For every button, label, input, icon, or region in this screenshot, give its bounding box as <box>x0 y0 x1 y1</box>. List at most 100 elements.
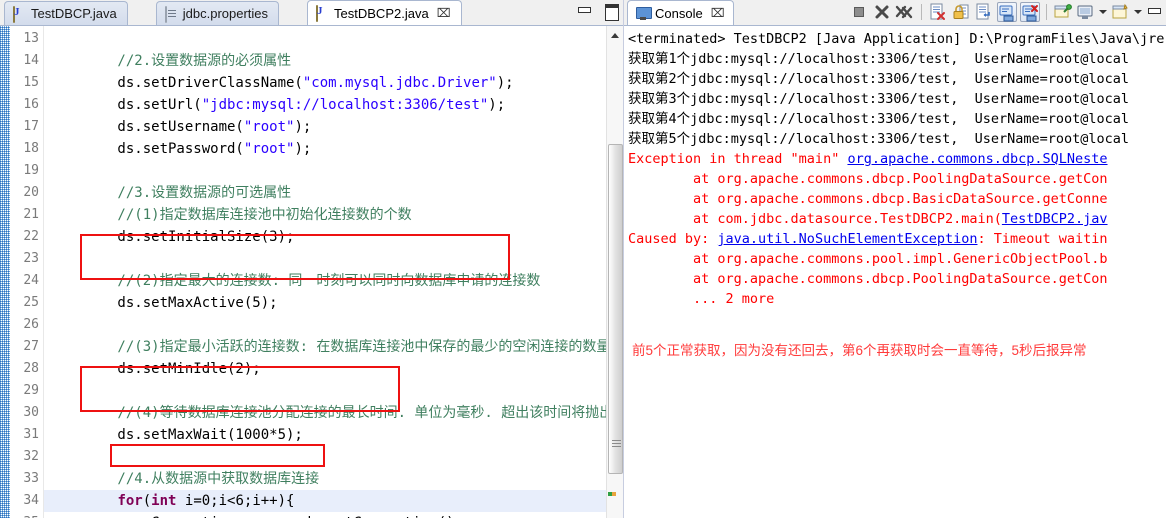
code-line: ds.setMinIdle(2); <box>44 358 623 380</box>
stack-trace-text: at org.apache.commons.dbcp.PoolingDataSo… <box>628 271 1108 287</box>
console-error-icon-glyph <box>1022 4 1040 27</box>
scroll-lock-button[interactable] <box>951 2 971 22</box>
stack-trace-link[interactable]: java.util.NoSuchElementException <box>717 231 977 247</box>
code-token: //(1)指定数据库连接池中初始化连接数的个数 <box>50 207 412 223</box>
java-file-icon <box>13 5 26 23</box>
editor-tab-0[interactable]: TestDBCP.java <box>4 1 128 25</box>
code-token: ds.setPassword( <box>50 141 244 157</box>
code-token: "jdbc:mysql://localhost:3306/test" <box>201 97 489 113</box>
remove-all-terminated-button[interactable] <box>895 2 915 22</box>
code-token: "com.mysql.jdbc.Driver" <box>302 75 497 91</box>
line-number: 19 <box>23 163 39 178</box>
pin-icon-glyph <box>1054 3 1072 26</box>
line-number: 20 <box>23 185 39 200</box>
line-number: 27 <box>23 339 39 354</box>
java-file-icon-glyph <box>13 5 15 23</box>
clear-console-icon-glyph <box>929 3 947 26</box>
word-wrap-icon-glyph <box>975 3 993 26</box>
line-number: 24 <box>23 273 39 288</box>
console-monitor-icon <box>636 6 652 20</box>
code-token: //2.设置数据源的必须属性 <box>50 53 292 69</box>
stack-trace-text: Exception in thread "main" <box>628 151 848 167</box>
remove-launch-button[interactable] <box>872 2 892 22</box>
editor-tab-2[interactable]: TestDBCP2.java ⌧ <box>307 0 462 25</box>
console-output-area[interactable]: <terminated> TestDBCP2 [Java Application… <box>624 26 1166 518</box>
display-console-dropdown[interactable] <box>1099 3 1108 21</box>
show-console-on-error-button[interactable] <box>1020 2 1040 22</box>
line-number: 29 <box>23 383 39 398</box>
code-token: "root" <box>243 119 295 135</box>
code-token: "root" <box>243 141 295 157</box>
code-line: //(2)指定最大的连接数: 同一时刻可以同时向数据库申请的连接数 <box>44 270 623 292</box>
stack-trace-link[interactable]: TestDBCP2.jav <box>1002 211 1108 227</box>
open-console-dropdown[interactable] <box>1134 3 1143 21</box>
console-error-line: Exception in thread "main" org.apache.co… <box>628 149 1166 169</box>
line-number: 35 <box>10 512 43 518</box>
toolbar-separator <box>921 4 922 20</box>
line-number: 23 <box>23 251 39 266</box>
code-text-area[interactable]: //2.设置数据源的必须属性 ds.setDriverClassName("co… <box>44 26 623 518</box>
line-number: 30 <box>23 405 39 420</box>
scrollbar-thumb[interactable] <box>608 144 623 474</box>
code-line: Connection conn = ds.getConnection(); <box>44 512 623 518</box>
editor-vertical-scrollbar[interactable] <box>606 26 623 518</box>
minimize-console-button[interactable] <box>1146 3 1162 21</box>
line-number: 28 <box>23 361 39 376</box>
line-number: 21 <box>23 207 39 222</box>
line-number: 16 <box>23 97 39 112</box>
double-x-mark-icon-glyph <box>895 3 915 26</box>
console-output-line: 获取第5个jdbc:mysql://localhost:3306/test, U… <box>628 131 1130 147</box>
tab-console[interactable]: Console ⌧ <box>627 0 734 25</box>
code-token: //(3)指定最小活跃的连接数: 在数据库连接池中保存的最少的空闲连接的数量 <box>50 339 611 355</box>
stack-trace-text: ... 2 more <box>628 291 775 307</box>
line-number: 13 <box>23 31 39 46</box>
code-line: //3.设置数据源的可选属性 <box>44 182 623 204</box>
change-bar <box>0 26 10 518</box>
properties-file-icon <box>164 5 178 23</box>
code-token: //3.设置数据源的可选属性 <box>50 185 292 201</box>
display-selected-console-button[interactable] <box>1076 2 1096 22</box>
terminate-button[interactable] <box>849 2 869 22</box>
scrollbar-grip-icon <box>612 440 621 447</box>
code-line: //2.设置数据源的必须属性 <box>44 50 623 72</box>
maximize-icon[interactable] <box>602 3 619 21</box>
code-token: //(2)指定最大的连接数: 同一时刻可以同时向数据库申请的连接数 <box>50 273 541 289</box>
close-icon[interactable]: ⌧ <box>711 7 725 19</box>
code-token: ); <box>294 141 312 157</box>
code-token: ); <box>294 119 312 135</box>
editor-tab-label: TestDBCP2.java <box>334 5 429 21</box>
code-line: //(1)指定数据库连接池中初始化连接数的个数 <box>44 204 623 226</box>
stack-trace-text: at org.apache.commons.dbcp.BasicDataSour… <box>628 191 1108 207</box>
editor-tab-1[interactable]: jdbc.properties <box>155 1 280 25</box>
open-console-button[interactable] <box>1111 2 1131 22</box>
console-error-line: at org.apache.commons.dbcp.PoolingDataSo… <box>628 269 1166 289</box>
code-token: ds.setMaxWait(1000*5); <box>50 427 303 443</box>
scroll-up-arrow-icon[interactable] <box>607 28 623 43</box>
code-line: //(4)等待数据库连接池分配连接的最长时间. 单位为毫秒. 超出该时间将抛出异… <box>44 402 623 424</box>
java-file-icon-glyph <box>316 5 319 22</box>
line-number: 31 <box>23 427 39 442</box>
stack-trace-text: Caused by: <box>628 231 718 247</box>
console-error-line: at com.jdbc.datasource.TestDBCP2.main(Te… <box>628 209 1166 229</box>
console-lines: 获取第1个jdbc:mysql://localhost:3306/test, U… <box>628 49 1166 309</box>
editor-body: 13 14 15 16 17 18 19 20 21 22 23 24 25 26 27 28 29 30 31 32… <box>0 26 623 518</box>
console-output-icon-glyph <box>999 4 1017 27</box>
pin-console-button[interactable] <box>1053 2 1073 22</box>
editor-pane: TestDBCP.java jdbc.properties TestDBCP2.ja… <box>0 0 624 518</box>
toolbar-separator <box>1046 4 1047 20</box>
display-console-icon-glyph <box>1077 3 1095 26</box>
word-wrap-button[interactable] <box>974 2 994 22</box>
editor-tab-label: TestDBCP.java <box>31 6 117 21</box>
show-console-on-output-button[interactable] <box>997 2 1017 22</box>
line-number: 18 <box>23 141 39 156</box>
code-token: ds.setMaxActive(5); <box>50 295 278 311</box>
clear-console-button[interactable] <box>928 2 948 22</box>
code-line: ds.setDriverClassName("com.mysql.jdbc.Dr… <box>44 72 623 94</box>
line-number: 34 <box>23 493 39 508</box>
minimize-icon[interactable] <box>575 3 592 18</box>
close-icon[interactable]: ⌧ <box>437 7 451 19</box>
stack-trace-link[interactable]: org.apache.commons.dbcp.SQLNeste <box>847 151 1107 167</box>
editor-tab-label: jdbc.properties <box>182 6 269 21</box>
